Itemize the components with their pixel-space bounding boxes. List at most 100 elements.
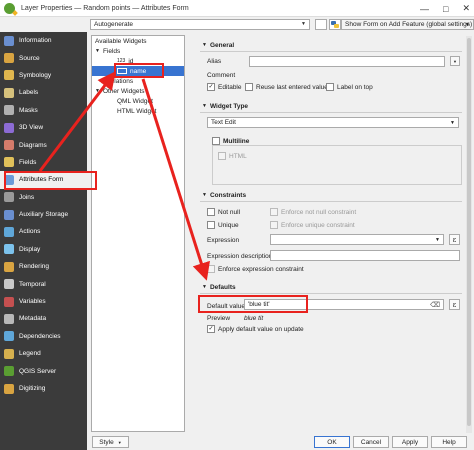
tree-item-html-widget[interactable]: HTML Widget	[92, 106, 184, 116]
enforce-expression-label: Enforce expression constraint	[218, 266, 304, 273]
section-constraints-header[interactable]: ▼ Constraints	[202, 190, 246, 200]
default-value-expression-button[interactable]: ε	[449, 299, 460, 310]
minimize-button[interactable]: —	[420, 4, 429, 14]
sidebar-item-qgis-server[interactable]: QGIS Server	[0, 362, 87, 379]
symbology-icon	[4, 70, 14, 81]
reuse-last-value-label: Reuse last entered value	[256, 84, 328, 91]
not-null-label: Not null	[218, 209, 241, 216]
chevron-down-icon: ▼	[450, 119, 455, 126]
section-widget-type-header[interactable]: ▼ Widget Type	[202, 101, 248, 111]
sidebar-item-temporal[interactable]: Temporal	[0, 275, 87, 292]
style-button-label: Style	[99, 438, 114, 446]
enforce-unique-label: Enforce unique constraint	[281, 222, 355, 229]
enforce-not-null-checkbox[interactable]	[270, 208, 278, 216]
sidebar-item-digitizing[interactable]: Digitizing	[0, 380, 87, 397]
cancel-button-label: Cancel	[360, 438, 382, 446]
sidebar-item-information[interactable]: Information	[0, 32, 87, 49]
sidebar-item-label: Variables	[19, 298, 46, 306]
comment-label: Comment	[207, 72, 236, 79]
digitizing-icon	[4, 383, 14, 394]
sidebar-item-rendering[interactable]: Rendering	[0, 258, 87, 275]
section-general-header[interactable]: ▼ General	[202, 40, 234, 50]
sidebar-item-fields[interactable]: Fields	[0, 154, 87, 171]
form-file-button[interactable]	[315, 19, 327, 30]
temporal-icon	[4, 279, 14, 290]
section-divider	[200, 51, 462, 52]
unique-label: Unique	[218, 222, 239, 229]
section-defaults-header[interactable]: ▼ Defaults	[202, 282, 236, 292]
enforce-not-null-label: Enforce not null constraint	[281, 209, 357, 216]
reuse-last-value-checkbox[interactable]	[245, 83, 253, 91]
enforce-unique-checkbox[interactable]	[270, 221, 278, 229]
collapse-arrow-icon[interactable]: ▼	[95, 88, 100, 94]
sidebar-item-diagrams[interactable]: Diagrams	[0, 136, 87, 153]
tree-group-other-widgets[interactable]: ▼ Other Widgets	[92, 86, 184, 96]
section-divider	[200, 293, 462, 294]
sidebar-item-source[interactable]: Source	[0, 49, 87, 66]
multiline-options-group	[212, 145, 462, 185]
style-button[interactable]: Style ▼	[92, 436, 129, 448]
apply-button[interactable]: Apply	[392, 436, 428, 448]
html-checkbox[interactable]	[218, 152, 226, 160]
sidebar-item-metadata[interactable]: Metadata	[0, 310, 87, 327]
sidebar-item-3d-view[interactable]: 3D View	[0, 119, 87, 136]
maximize-button[interactable]: □	[443, 4, 448, 14]
collapse-arrow-icon[interactable]: ▼	[95, 48, 100, 54]
sidebar-item-label: Joins	[19, 193, 35, 201]
alias-expression-button[interactable]: ▼	[450, 56, 460, 66]
expression-input[interactable]: ▼	[270, 234, 444, 245]
sidebar-item-actions[interactable]: Actions	[0, 223, 87, 240]
tree-item-qml-widget[interactable]: QML Widget	[92, 96, 184, 106]
ok-button-label: OK	[327, 438, 337, 446]
sidebar-item-joins[interactable]: Joins	[0, 189, 87, 206]
sidebar-item-legend[interactable]: Legend	[0, 345, 87, 362]
scrollbar-thumb[interactable]	[467, 38, 471, 426]
tree-group-fields[interactable]: ▼ Fields	[92, 46, 184, 56]
cancel-button[interactable]: Cancel	[353, 436, 389, 448]
expression-icon: ε	[452, 300, 457, 309]
sidebar-item-symbology[interactable]: Symbology	[0, 67, 87, 84]
help-button[interactable]: Help	[431, 436, 467, 448]
sidebar-item-auxiliary-storage[interactable]: Auxiliary Storage	[0, 206, 87, 223]
expression-label: Expression	[207, 237, 240, 244]
sidebar-item-label: Labels	[19, 89, 39, 97]
sidebar-item-display[interactable]: Display	[0, 241, 87, 258]
widget-type-combo[interactable]: Text Edit ▼	[207, 117, 459, 128]
apply-default-on-update-checkbox[interactable]: ✓	[207, 325, 215, 333]
not-null-checkbox[interactable]	[207, 208, 215, 216]
available-widgets-tree[interactable]: Available Widgets ▼ Fields 123 id name R…	[91, 35, 185, 432]
legend-icon	[4, 348, 14, 359]
chevron-down-icon: ▼	[301, 21, 306, 27]
sidebar-item-dependencies[interactable]: Dependencies	[0, 328, 87, 345]
section-title: General	[209, 41, 235, 49]
window-controls: — □ ✕	[420, 0, 470, 17]
enforce-expression-checkbox[interactable]	[207, 265, 215, 273]
show-form-on-add-combo[interactable]: Show Form on Add Feature (global setting…	[341, 19, 474, 30]
joins-icon	[4, 192, 14, 203]
alias-input[interactable]	[249, 56, 445, 67]
layout-type-combo[interactable]: Autogenerate ▼	[90, 19, 310, 30]
sidebar-item-label: Masks	[19, 106, 38, 114]
alias-label: Alias	[207, 58, 222, 65]
sidebar-item-label: 3D View	[19, 124, 44, 132]
clear-icon[interactable]: ⌫	[430, 301, 440, 309]
expression-builder-button[interactable]: ε	[449, 234, 460, 245]
sidebar-item-labels[interactable]: Labels	[0, 84, 87, 101]
annotation-box-field-name	[114, 63, 164, 78]
multiline-checkbox[interactable]	[212, 137, 220, 145]
unique-checkbox[interactable]	[207, 221, 215, 229]
preview-label: Preview	[207, 315, 231, 322]
display-icon	[4, 244, 14, 255]
python-init-button[interactable]	[329, 19, 341, 30]
label-on-top-checkbox[interactable]	[326, 83, 334, 91]
auxiliary-storage-icon	[4, 209, 14, 220]
actions-icon	[4, 226, 14, 237]
editable-checkbox[interactable]: ✓	[207, 83, 215, 91]
sidebar-item-masks[interactable]: Masks	[0, 102, 87, 119]
apply-default-on-update-label: Apply default value on update	[218, 326, 304, 333]
sidebar-item-label: Dependencies	[19, 332, 61, 340]
sidebar-item-variables[interactable]: Variables	[0, 293, 87, 310]
ok-button[interactable]: OK	[314, 436, 350, 448]
close-button[interactable]: ✕	[462, 3, 470, 14]
expression-description-input[interactable]	[270, 250, 460, 261]
